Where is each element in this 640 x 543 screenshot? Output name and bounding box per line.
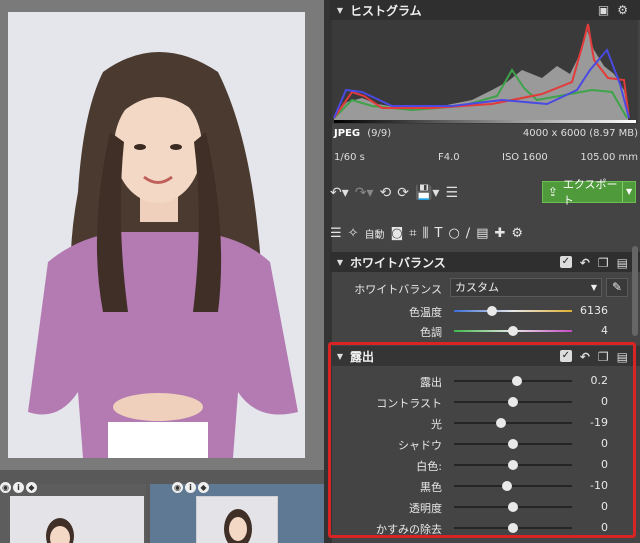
perspective-icon[interactable]: ⫼ [423,226,429,241]
info-icon: i [185,482,196,493]
rotate-left-icon[interactable]: ⟲ [380,185,392,201]
reset-icon[interactable]: ↶ [580,256,590,270]
crop-icon[interactable]: ⌗ [409,226,416,241]
save-icon[interactable]: 💾▾ [415,185,439,201]
text-icon[interactable]: T [435,226,443,241]
focal-length: 105.00 mm [580,152,638,163]
white-balance-header[interactable]: ▼ ホワイトバランス ✓ ↶ ❐ ▤ [330,252,640,272]
white_balance-slider-row: 色温度 6136 [330,300,630,322]
undo-icon[interactable]: ↶▾ [330,185,349,201]
file-info-row: JPEG (9/9) 4000 x 6000 (8.97 MB) [334,128,638,139]
collapse-icon[interactable]: ▼ [330,6,350,15]
histogram-graph [332,20,638,124]
camera-icon: ◉ [172,482,183,493]
tool-tabs: ☰ ✧ 自動 ◙ ⌗ ⫼ T ○ ∕ ▤ ✚ ⚙ [330,222,636,244]
circle-icon[interactable]: ○ [448,226,459,241]
preview-area: ◉ i ◆ ◉ i ◆ [0,0,324,543]
tag-icon: ◆ [26,482,37,493]
camera-tab-icon[interactable]: ◙ [391,226,404,241]
slider-track[interactable] [454,326,572,336]
gradient-icon[interactable]: ▤ [476,226,488,241]
slider-value[interactable]: 6136 [568,304,608,317]
sliders-icon[interactable]: ☰ [330,226,342,241]
export-dropdown-icon[interactable]: ▼ [622,182,635,202]
brush-icon[interactable]: ∕ [466,226,470,241]
export-icon: ⇪ [547,185,558,199]
aperture: F4.0 [438,152,460,163]
tag-icon: ◆ [198,482,209,493]
wb-mode-label: ホワイトバランス [354,283,442,296]
iso: ISO 1600 [502,152,548,163]
auto-button[interactable]: 自動 [365,226,385,241]
wb-mode-value: カスタム [455,281,499,294]
eyedropper-button[interactable]: ✎ [606,278,628,297]
filmstrip: ◉ i ◆ ◉ i ◆ [0,470,324,543]
exposure-highlight-box [328,342,636,538]
chevron-down-icon: ▼ [590,283,597,292]
shutter-speed: 1/60 s [334,152,365,163]
settings-gear-icon[interactable]: ⚙ [511,226,523,241]
adjust-icon[interactable]: ☰ [445,185,458,201]
camera-icon[interactable]: ▣ [598,3,609,17]
slider-label: 色温度 [409,306,442,319]
scrollbar[interactable] [632,246,638,336]
file-dimensions: 4000 x 6000 (8.97 MB) [522,128,638,139]
healing-icon[interactable]: ✚ [494,226,505,241]
auto-wand-icon[interactable]: ✧ [348,226,359,241]
white_balance-slider-row: 色調 4 [330,320,630,342]
copy-icon[interactable]: ❐ [598,256,609,270]
redo-icon[interactable]: ↷▾ [355,185,374,201]
thumbnail-image [196,496,278,543]
histogram-header[interactable]: ▼ ヒストグラム ▣ ⚙ [330,0,640,20]
thumbnail[interactable]: ◉ i ◆ [0,482,146,543]
main-photo[interactable] [8,12,305,458]
camera-icon: ◉ [0,482,11,493]
export-button[interactable]: ⇪ エクスポート ▼ [542,178,636,207]
histogram-title: ヒストグラム [350,3,422,18]
thumbnail-selected[interactable]: ◉ i ◆ [150,482,324,543]
slider-value[interactable]: 4 [568,324,608,337]
export-label: エクスポート [562,178,618,207]
eyedropper-icon: ✎ [611,280,623,294]
thumbnail-icons: ◉ i ◆ [172,482,209,493]
collapse-icon[interactable]: ▼ [330,258,350,267]
file-count: (9/9) [367,128,392,139]
thumbnail-image [10,496,144,543]
enable-checkbox[interactable]: ✓ [559,256,572,268]
exif-row: 1/60 s F4.0 ISO 1600 105.00 mm [334,152,638,163]
file-format: JPEG [334,128,361,139]
white-balance-title: ホワイトバランス [350,255,446,270]
slider-knob[interactable] [508,326,518,336]
rotate-right-icon[interactable]: ⟳ [397,185,409,201]
thumbnail-icons: ◉ i ◆ [0,482,37,493]
wb-mode-select[interactable]: カスタム ▼ [450,278,602,297]
settings-icon[interactable]: ⚙ [617,3,628,17]
slider-track[interactable] [454,306,572,316]
slider-label: 色調 [420,326,442,339]
paste-icon[interactable]: ▤ [617,256,628,270]
slider-knob[interactable] [486,306,497,316]
info-icon: i [13,482,24,493]
